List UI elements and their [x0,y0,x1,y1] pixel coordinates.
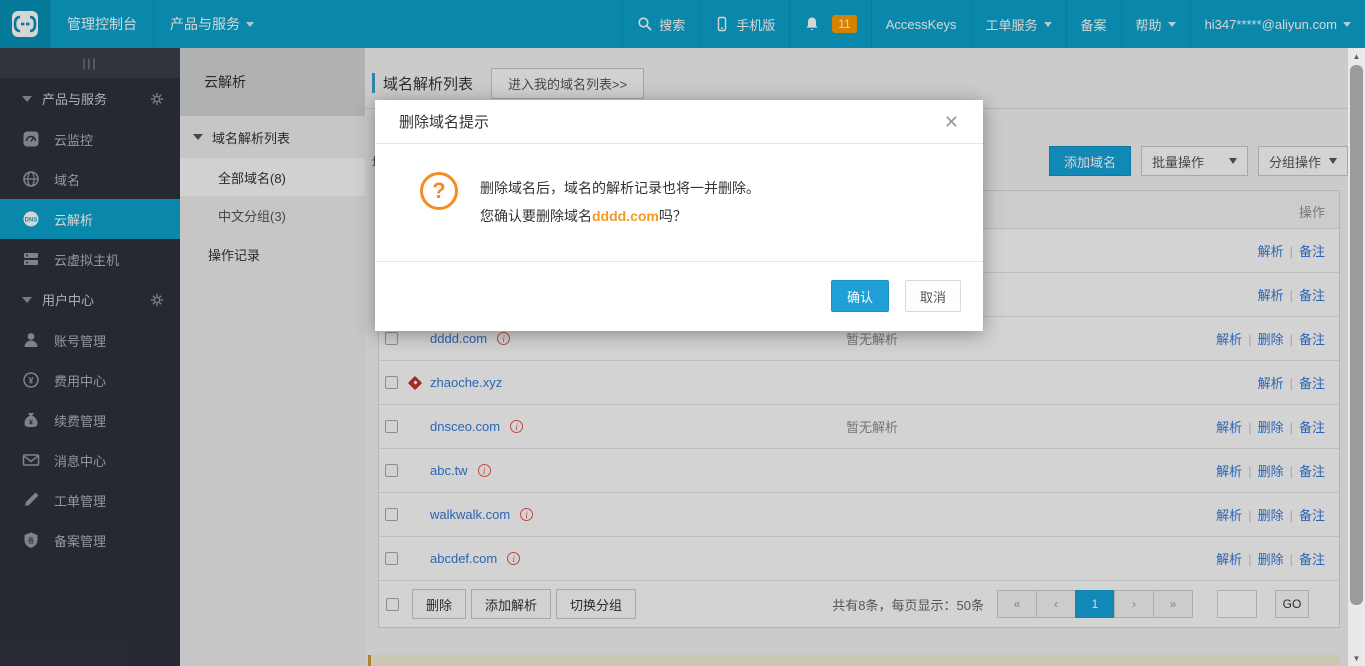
confirm-button[interactable]: 确认 [831,280,889,312]
confirm-suffix: 吗？ [658,208,687,224]
question-mark-icon: ? [420,172,458,210]
delete-domain-modal: 删除域名提示 ✕ ? 删除域名后，域名的解析记录也将一并删除。 您确认要删除域名… [375,100,983,331]
scrollbar-thumb[interactable] [1350,65,1363,605]
modal-message-line1: 删除域名后，域名的解析记录也将一并删除。 [480,180,760,196]
modal-message: 删除域名后，域名的解析记录也将一并删除。 您确认要删除域名dddd.com吗？ [480,174,760,230]
modal-message-line2: 您确认要删除域名dddd.com吗？ [480,202,760,230]
close-icon[interactable]: ✕ [944,113,959,131]
scroll-down-arrow-icon[interactable]: ▼ [1348,650,1365,666]
cancel-button[interactable]: 取消 [905,280,961,312]
vertical-scrollbar[interactable]: ▲ ▼ [1348,48,1365,666]
modal-title: 删除域名提示 [399,114,490,131]
confirm-prefix: 您确认要删除域名 [480,208,592,224]
scroll-up-arrow-icon[interactable]: ▲ [1348,48,1365,64]
confirm-domain: dddd.com [592,208,659,224]
aliyun-console: 管理控制台 产品与服务 搜索 手机版 11 AccessKeys 工单服务 备案… [0,0,1365,666]
